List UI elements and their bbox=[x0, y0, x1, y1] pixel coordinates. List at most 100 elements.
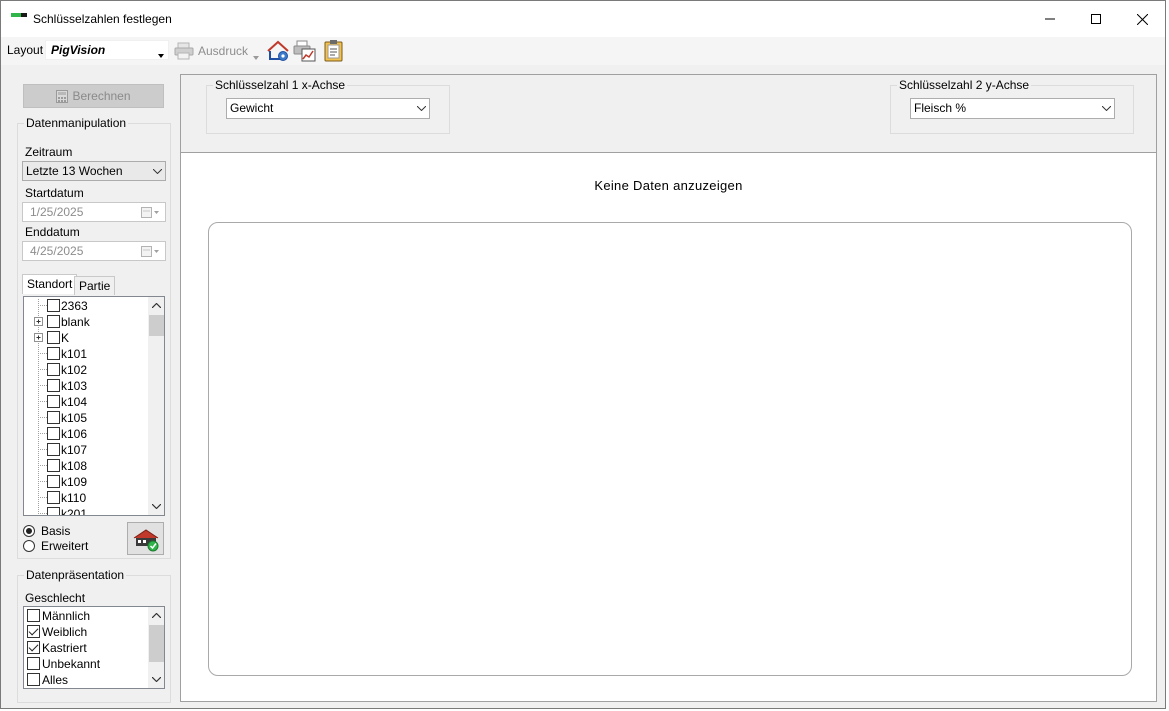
tree-item-label: k110 bbox=[61, 491, 87, 505]
x-axis-select[interactable]: Gewicht bbox=[226, 98, 430, 119]
sex-checklist[interactable]: Männlich Weiblich Kastriert Unbekannt Al… bbox=[23, 606, 165, 689]
period-value: Letzte 13 Wochen bbox=[26, 164, 123, 178]
radio-basis[interactable]: Basis bbox=[23, 524, 113, 538]
no-data-message: Keine Daten anzuzeigen bbox=[594, 178, 743, 193]
chevron-down-icon bbox=[158, 47, 164, 61]
sex-item-checkbox[interactable] bbox=[27, 625, 40, 638]
tree-item-label: k109 bbox=[61, 475, 88, 489]
calendar-icon bbox=[141, 246, 159, 260]
data-presentation-title: Datenpräsentation bbox=[24, 568, 127, 582]
sex-item-label: Weiblich bbox=[42, 625, 88, 639]
radio-basis-label: Basis bbox=[41, 524, 71, 538]
tab-partie[interactable]: Partie bbox=[74, 276, 116, 295]
minimize-button[interactable] bbox=[1027, 1, 1073, 37]
scroll-down-icon[interactable] bbox=[148, 498, 164, 515]
tree-item-checkbox[interactable] bbox=[47, 363, 60, 376]
sex-scrollbar[interactable] bbox=[148, 607, 164, 688]
sex-item-label: Alles bbox=[42, 673, 69, 687]
tree-item-checkbox[interactable] bbox=[47, 411, 60, 424]
print-chart-icon bbox=[293, 40, 316, 62]
calculator-icon bbox=[56, 89, 69, 103]
apply-location-button[interactable] bbox=[127, 522, 164, 555]
tree-item-checkbox[interactable] bbox=[47, 347, 60, 360]
calendar-icon bbox=[141, 207, 159, 221]
scroll-up-icon[interactable] bbox=[148, 297, 164, 314]
tree-item-checkbox[interactable] bbox=[47, 443, 60, 456]
maximize-icon bbox=[1091, 14, 1101, 24]
end-date-picker[interactable]: 4/25/2025 bbox=[22, 241, 166, 261]
settings-button[interactable] bbox=[266, 39, 290, 63]
tree-item-checkbox[interactable] bbox=[47, 379, 60, 392]
tree-item-checkbox[interactable] bbox=[47, 507, 60, 515]
tree-item-checkbox[interactable] bbox=[47, 459, 60, 472]
layout-select[interactable]: PigVision bbox=[45, 40, 169, 60]
period-label: Zeitraum bbox=[25, 145, 73, 159]
close-icon bbox=[1136, 13, 1148, 25]
chevron-down-icon bbox=[1098, 99, 1114, 118]
radio-extended-indicator[interactable] bbox=[23, 540, 35, 552]
chart-plot-area bbox=[208, 222, 1132, 676]
layout-value: PigVision bbox=[51, 43, 106, 57]
tab-standort[interactable]: Standort bbox=[22, 274, 78, 294]
sex-item-checkbox[interactable] bbox=[27, 673, 40, 686]
tree-item-label: k201 bbox=[61, 507, 88, 516]
tree-item-checkbox[interactable] bbox=[47, 395, 60, 408]
sex-item-label: Unbekannt bbox=[42, 657, 101, 671]
tree-item-label: 2363 bbox=[61, 299, 88, 313]
printer-icon bbox=[174, 42, 194, 60]
sex-item-checkbox[interactable] bbox=[27, 609, 40, 622]
chevron-down-icon bbox=[413, 99, 429, 118]
end-date-value: 4/25/2025 bbox=[30, 244, 84, 258]
tree-item-label: k103 bbox=[61, 379, 88, 393]
sidebar: Berechnen Datenmanipulation Zeitraum Let… bbox=[1, 65, 177, 708]
tree-item-label: k102 bbox=[61, 363, 88, 377]
tree-item-label: k107 bbox=[61, 443, 88, 457]
print-preview-button[interactable] bbox=[293, 39, 317, 63]
barn-settings-icon bbox=[267, 40, 289, 61]
y-axis-value: Fleisch % bbox=[914, 101, 967, 115]
start-date-picker[interactable]: 1/25/2025 bbox=[22, 202, 166, 222]
sex-item-label: Kastriert bbox=[42, 641, 87, 655]
tree-item-checkbox[interactable] bbox=[47, 475, 60, 488]
tree-item-label: k108 bbox=[61, 459, 88, 473]
title-bar: Schlüsselzahlen festlegen bbox=[1, 1, 1165, 37]
print-button[interactable]: Ausdruck bbox=[173, 40, 263, 62]
tree-item-label: blank bbox=[61, 315, 90, 329]
tree-item-label: k106 bbox=[61, 427, 88, 441]
x-axis-value: Gewicht bbox=[230, 101, 274, 115]
calculate-button[interactable]: Berechnen bbox=[23, 84, 164, 108]
main-window: Schlüsselzahlen festlegen Layout PigVisi… bbox=[0, 0, 1166, 709]
scroll-down-icon[interactable] bbox=[148, 671, 164, 688]
maximize-button[interactable] bbox=[1073, 1, 1119, 37]
radio-extended[interactable]: Erweitert bbox=[23, 539, 113, 553]
tree-item-label: k101 bbox=[61, 347, 88, 361]
barn-check-icon bbox=[133, 529, 159, 552]
tree-scrollbar[interactable] bbox=[148, 297, 164, 515]
print-dropdown-icon bbox=[253, 49, 259, 63]
minimize-icon bbox=[1045, 18, 1055, 20]
calculate-label: Berechnen bbox=[72, 89, 131, 103]
clipboard-button[interactable] bbox=[323, 39, 345, 63]
y-axis-group-title: Schlüsselzahl 2 y-Achse bbox=[897, 78, 1032, 92]
clipboard-icon bbox=[324, 40, 343, 62]
radio-basis-indicator[interactable] bbox=[23, 525, 35, 537]
tree-item-checkbox[interactable] bbox=[47, 299, 60, 312]
scroll-thumb[interactable] bbox=[149, 315, 164, 336]
tree-item-checkbox[interactable] bbox=[47, 331, 60, 344]
start-date-label: Startdatum bbox=[25, 186, 84, 200]
tree-item-checkbox[interactable] bbox=[47, 491, 60, 504]
scroll-thumb[interactable] bbox=[149, 625, 164, 662]
close-button[interactable] bbox=[1119, 1, 1165, 37]
y-axis-select[interactable]: Fleisch % bbox=[910, 98, 1115, 119]
window-title: Schlüsselzahlen festlegen bbox=[33, 12, 172, 26]
sex-item-checkbox[interactable] bbox=[27, 657, 40, 670]
print-label: Ausdruck bbox=[198, 44, 249, 58]
main-panel: Schlüsselzahl 1 x-Achse Gewicht Schlüsse… bbox=[180, 74, 1157, 702]
sex-item-checkbox[interactable] bbox=[27, 641, 40, 654]
start-date-value: 1/25/2025 bbox=[30, 205, 84, 219]
tree-item-checkbox[interactable] bbox=[47, 315, 60, 328]
scroll-up-icon[interactable] bbox=[148, 607, 164, 624]
period-select[interactable]: Letzte 13 Wochen bbox=[22, 161, 166, 181]
location-tree[interactable]: 2363 blank K k101 k102 k103 k104 k105 k1… bbox=[23, 296, 165, 516]
tree-item-checkbox[interactable] bbox=[47, 427, 60, 440]
